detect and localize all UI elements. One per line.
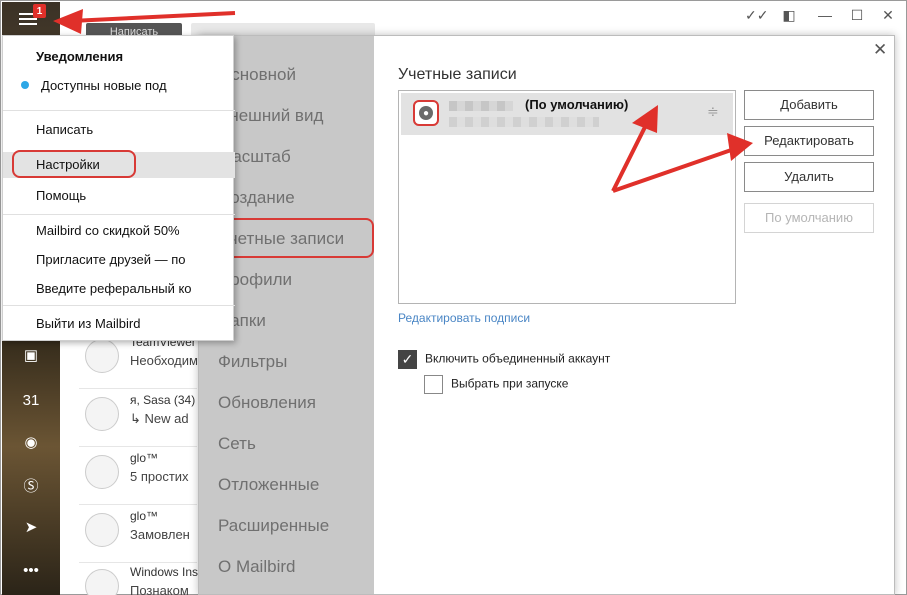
- contacts-icon[interactable]: ▣: [21, 345, 41, 365]
- nav-item-snoozed[interactable]: Отложенные: [218, 475, 319, 495]
- nav-item-updates[interactable]: Обновления: [218, 393, 316, 413]
- unified-inbox-option[interactable]: ✓ Включить объединенный аккаунт: [398, 350, 610, 369]
- mail-sender: glo™: [130, 509, 159, 523]
- telegram-icon[interactable]: ➤: [21, 517, 41, 537]
- notifications-header: Уведомления: [36, 49, 124, 64]
- delete-account-button[interactable]: Удалить: [744, 162, 874, 192]
- close-icon[interactable]: ✕: [873, 40, 887, 60]
- notification-item[interactable]: Доступны новые под: [21, 78, 167, 93]
- menu-item-exit[interactable]: Выйти из Mailbird: [3, 311, 235, 337]
- menu-divider: [3, 214, 235, 215]
- select-on-start-checkbox[interactable]: [424, 375, 443, 394]
- unified-inbox-label: Включить объединенный аккаунт: [425, 351, 611, 366]
- mail-sender: Windows Ins: [130, 565, 199, 579]
- menu-item-compose[interactable]: Написать: [3, 117, 235, 143]
- menu-item-help[interactable]: Помощь: [3, 183, 235, 209]
- layout-toggle-icon[interactable]: ◧: [779, 7, 799, 24]
- user-icon: ●: [419, 106, 433, 120]
- unread-dot-icon: [21, 81, 29, 89]
- mail-subject: ↳ New ad: [130, 411, 189, 426]
- list-item[interactable]: glo™ Замовлен: [79, 505, 197, 563]
- list-item[interactable]: glo™ 5 простих: [79, 447, 197, 505]
- nav-item-about[interactable]: О Mailbird: [218, 557, 295, 577]
- account-icon: ●: [413, 100, 439, 126]
- avatar: [85, 569, 119, 595]
- menu-divider: [3, 305, 235, 306]
- mail-sender: я, Sasa (34): [130, 393, 196, 407]
- account-name-redacted: [449, 101, 513, 111]
- menu-item-referral[interactable]: Введите реферальный ко: [3, 276, 235, 302]
- arrow-to-menu: [70, 11, 236, 23]
- avatar: [85, 455, 119, 489]
- minimize-icon[interactable]: —: [815, 7, 835, 23]
- skype-icon[interactable]: Ⓢ: [21, 475, 41, 495]
- list-item[interactable]: я, Sasa (34) ↳ New ad: [79, 389, 197, 447]
- close-window-icon[interactable]: ✕: [878, 7, 898, 24]
- main-menu-dropdown: Уведомления Доступны новые под Написать …: [2, 35, 235, 341]
- select-on-start-label: Выбрать при запуске: [451, 376, 569, 391]
- messenger-icon[interactable]: ◉: [21, 432, 41, 452]
- avatar: [85, 397, 119, 431]
- default-account-label: (По умолчанию): [525, 97, 629, 112]
- mail-subject: Познаком: [130, 583, 189, 595]
- notification-badge: 1: [33, 4, 46, 18]
- read-all-icon[interactable]: ✓✓: [745, 7, 768, 24]
- menu-item-discount[interactable]: Mailbird со скидкой 50%: [3, 218, 235, 244]
- avatar: [85, 339, 119, 373]
- add-account-button[interactable]: Добавить: [744, 90, 874, 120]
- mail-subject: 5 простих: [130, 469, 189, 484]
- mail-subject: Необходим: [130, 353, 198, 368]
- mailbird-window: ▣ 31 ◉ Ⓢ ➤ ••• 1 Написать ✓✓ ◧ — ☐ ✕ Tea…: [0, 0, 907, 595]
- maximize-icon[interactable]: ☐: [847, 7, 867, 24]
- settings-dialog: Основной Внешний вид Масштаб Создание Уч…: [198, 35, 895, 595]
- set-default-button[interactable]: По умолчанию: [744, 203, 874, 233]
- drag-handle-icon[interactable]: ≑: [707, 103, 719, 120]
- more-apps-icon[interactable]: •••: [21, 560, 41, 580]
- mail-subject: Замовлен: [130, 527, 190, 542]
- account-email-redacted: [449, 117, 599, 127]
- highlight-settings-menu: [12, 150, 136, 178]
- select-on-start-option[interactable]: Выбрать при запуске: [424, 375, 568, 394]
- edit-account-button[interactable]: Редактировать: [744, 126, 874, 156]
- menu-divider: [3, 110, 235, 111]
- list-item[interactable]: Windows Ins Познаком: [79, 561, 199, 595]
- nav-item-network[interactable]: Сеть: [218, 434, 256, 454]
- account-row[interactable]: ● (По умолчанию) ≑: [401, 93, 733, 135]
- mail-sender: glo™: [130, 451, 159, 465]
- calendar-icon[interactable]: 31: [21, 390, 41, 410]
- nav-item-advanced[interactable]: Расширенные: [218, 516, 329, 536]
- avatar: [85, 513, 119, 547]
- edit-signatures-link[interactable]: Редактировать подписи: [398, 311, 530, 325]
- accounts-list: ● (По умолчанию) ≑: [398, 90, 736, 304]
- notification-text: Доступны новые под: [41, 78, 167, 93]
- accounts-title: Учетные записи: [398, 66, 517, 83]
- menu-item-invite[interactable]: Пригласите друзей — по: [3, 247, 235, 273]
- unified-inbox-checkbox[interactable]: ✓: [398, 350, 417, 369]
- nav-item-filters[interactable]: Фильтры: [218, 352, 287, 372]
